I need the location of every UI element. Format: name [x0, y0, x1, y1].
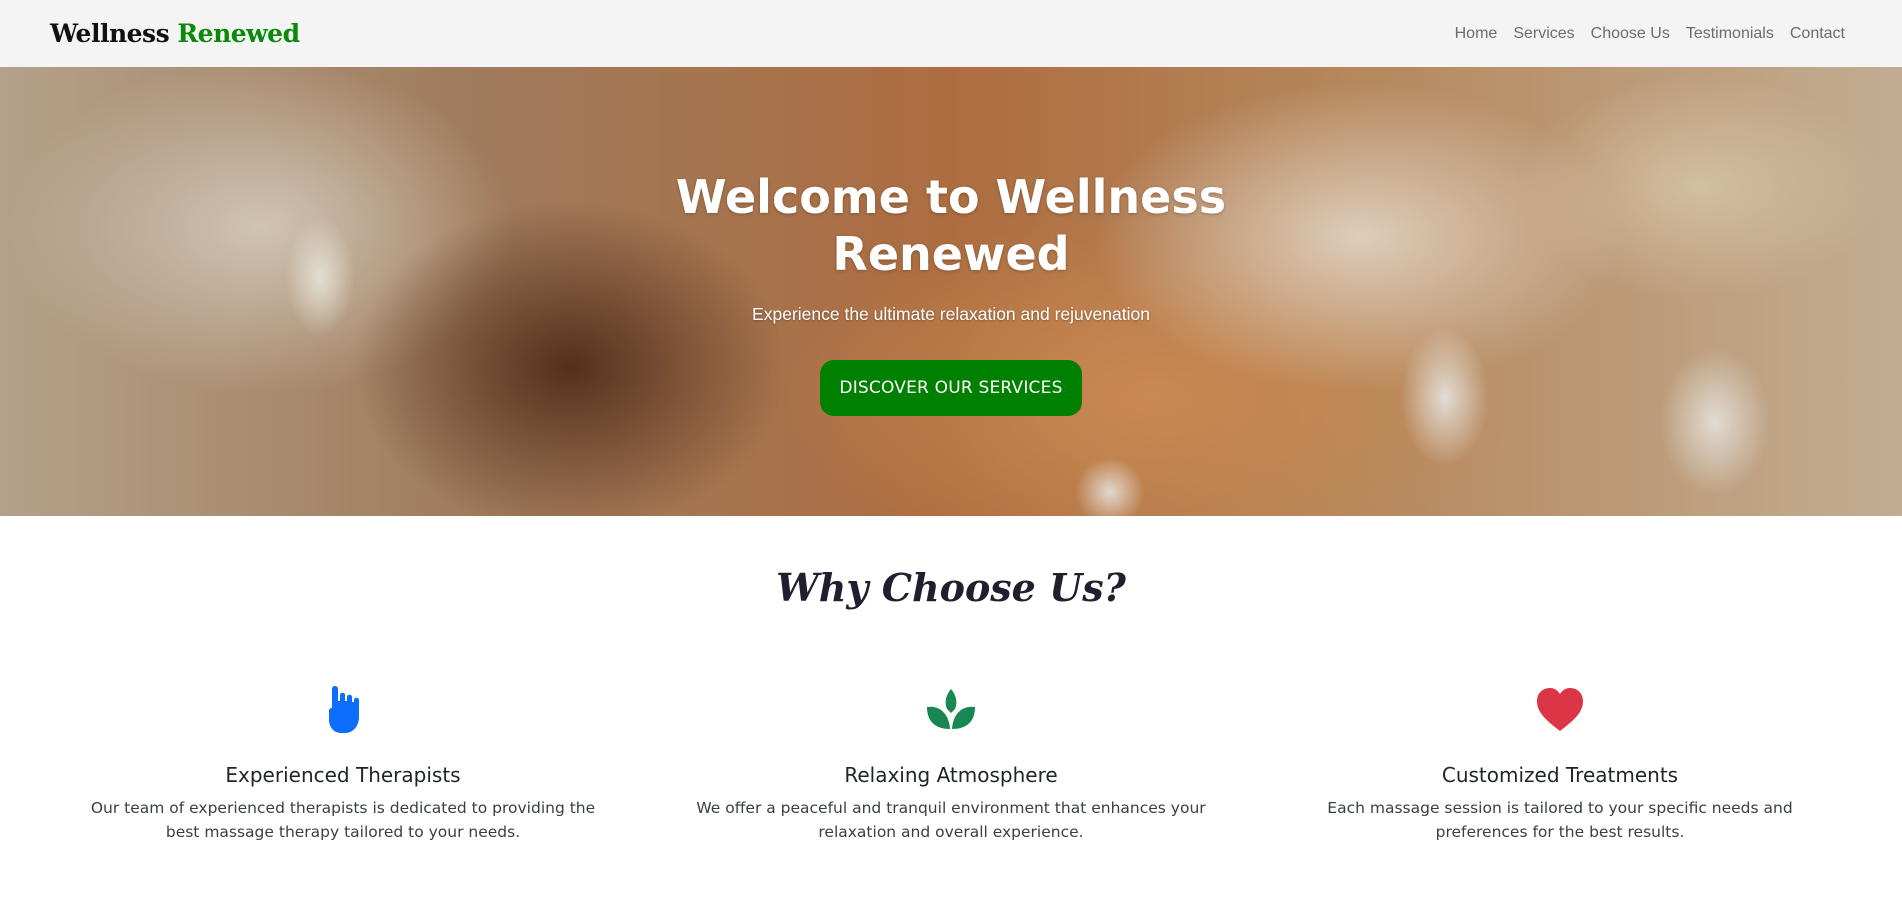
nav-link-home[interactable]: Home [1455, 25, 1498, 43]
hero-title: Welcome to Wellness Renewed [675, 170, 1227, 281]
nav-link-choose-us[interactable]: Choose Us [1591, 25, 1670, 43]
feature-card-treatments: Customized Treatments Each massage sessi… [1280, 683, 1840, 844]
feature-description: Our team of experienced therapists is de… [90, 799, 596, 841]
nav-links: Home Services Choose Us Testimonials Con… [1455, 25, 1845, 43]
lotus-icon [927, 689, 975, 729]
navbar: Wellness Renewed Home Services Choose Us… [0, 0, 1902, 67]
feature-title: Experienced Therapists [225, 763, 461, 787]
hero-overlay [0, 67, 1902, 516]
feature-description: We offer a peaceful and tranquil environ… [696, 799, 1206, 841]
feature-description: Each massage session is tailored to your… [1327, 799, 1793, 841]
why-choose-us-heading: Why Choose Us? [776, 565, 1126, 610]
nav-link-services[interactable]: Services [1513, 25, 1574, 43]
feature-title: Customized Treatments [1441, 763, 1679, 787]
hero-subtitle: Experience the ultimate relaxation and r… [752, 304, 1150, 324]
hero-banner: Welcome to Wellness Renewed Experience t… [0, 67, 1902, 516]
hand-icon [329, 686, 359, 733]
heart-icon [1537, 688, 1583, 731]
feature-card-therapists: Experienced Therapists Our team of exper… [63, 683, 623, 844]
nav-link-contact[interactable]: Contact [1790, 25, 1845, 43]
nav-link-testimonials[interactable]: Testimonials [1686, 25, 1774, 43]
brand-name-part1: Wellness [50, 19, 170, 48]
feature-card-atmosphere: Relaxing Atmosphere We offer a peaceful … [671, 683, 1231, 844]
discover-services-button[interactable]: DISCOVER OUR SERVICES [820, 360, 1082, 416]
feature-title: Relaxing Atmosphere [844, 763, 1058, 787]
brand-logo[interactable]: Wellness Renewed [50, 19, 300, 48]
brand-name-part2: Renewed [177, 19, 300, 48]
